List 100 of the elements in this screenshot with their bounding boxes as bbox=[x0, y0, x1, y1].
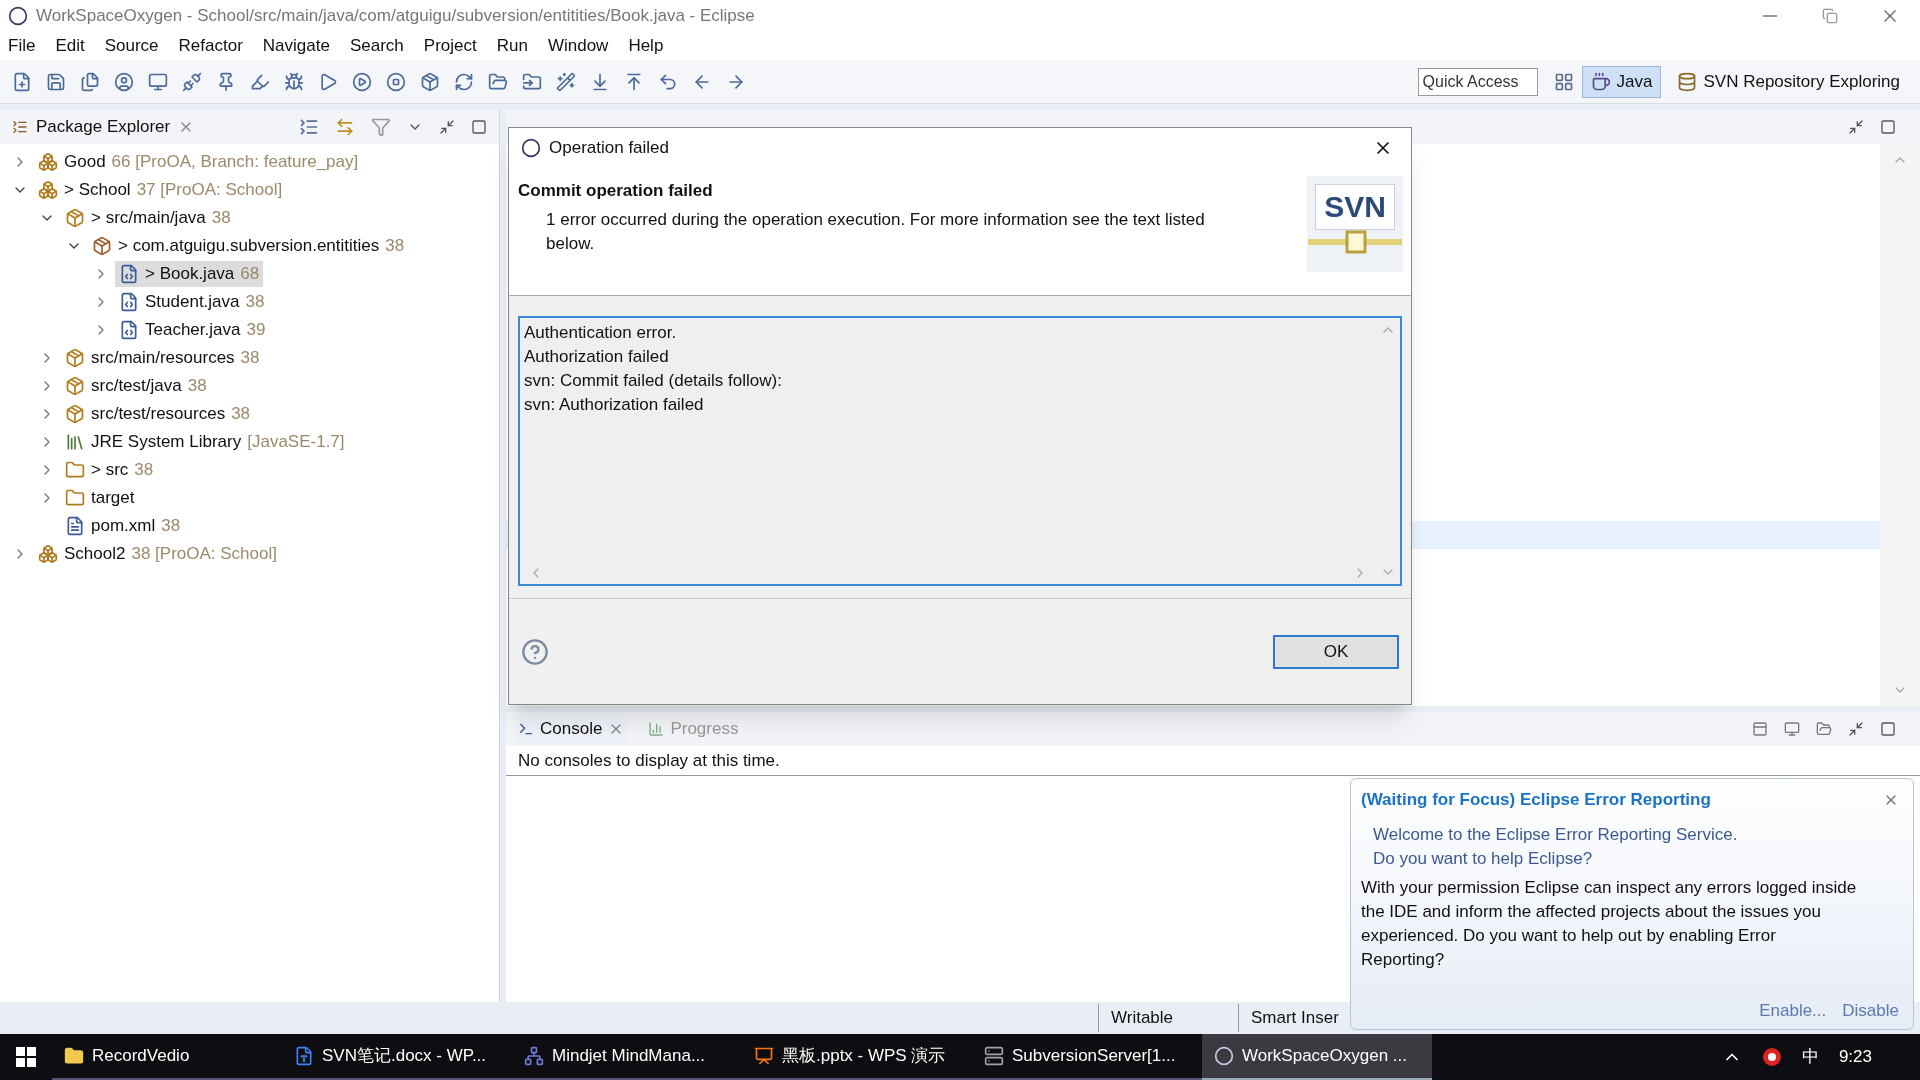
minimize-icon[interactable] bbox=[1848, 119, 1864, 135]
project-icon bbox=[38, 152, 58, 172]
status-field: Smart Inser bbox=[1251, 1005, 1339, 1031]
details-line: Authentication error. bbox=[524, 322, 678, 344]
display-console-icon[interactable] bbox=[1784, 721, 1800, 737]
status-field: Writable bbox=[1111, 1005, 1174, 1031]
menu-item[interactable]: Refactor bbox=[178, 33, 243, 59]
document-icon bbox=[294, 1046, 314, 1066]
ok-button[interactable]: OK bbox=[1273, 634, 1399, 669]
taskbar-button[interactable]: WorkSpaceOxygen ... bbox=[1202, 1034, 1432, 1080]
tree-item[interactable]: > School 37 [ProOA: School] bbox=[34, 177, 287, 203]
dialog-heading: Commit operation failed bbox=[518, 180, 714, 202]
menu-item[interactable]: Source bbox=[104, 33, 159, 59]
notification-intro: Welcome to the Eclipse Error Reporting Service. bbox=[1373, 823, 1739, 846]
plug-icon[interactable] bbox=[182, 71, 202, 92]
tree-item[interactable]: JRE System Library [JavaSE-1.7] bbox=[61, 429, 349, 455]
database-icon bbox=[1677, 71, 1698, 92]
network-icon bbox=[524, 1046, 544, 1066]
perspective-button[interactable]: Java bbox=[1581, 65, 1662, 98]
app-icon bbox=[521, 138, 541, 158]
menu-item[interactable]: Window bbox=[547, 33, 609, 59]
maximize-icon[interactable] bbox=[1880, 721, 1896, 737]
tab-label: Console bbox=[540, 718, 603, 741]
details-field[interactable]: Authentication error. Authorization failed svn: Commit failed (details follow): svn: Authorization failed bbox=[518, 316, 1402, 586]
tree-item[interactable]: Good 66 [ProOA, Branch: feature_pay] bbox=[34, 149, 363, 175]
java-file-icon bbox=[119, 292, 139, 312]
input-method-indicator[interactable]: 中 bbox=[1801, 1044, 1819, 1070]
taskbar-button[interactable]: RecordVedio bbox=[52, 1034, 282, 1080]
minimize-icon bbox=[1763, 15, 1777, 17]
circle-stop-icon[interactable] bbox=[386, 71, 406, 92]
console-tab[interactable]: Console bbox=[514, 714, 629, 744]
arrow-down-icon[interactable] bbox=[590, 71, 610, 92]
folder-icon[interactable] bbox=[488, 71, 508, 92]
collapse-all-icon[interactable] bbox=[299, 117, 319, 137]
tree-item[interactable]: Student.java 38 bbox=[115, 289, 269, 315]
arrow-up-icon[interactable] bbox=[624, 71, 644, 92]
help-icon[interactable] bbox=[521, 637, 549, 666]
menu-item[interactable]: Help bbox=[628, 33, 664, 59]
menu-item[interactable]: Project bbox=[423, 33, 477, 59]
save-icon[interactable] bbox=[46, 71, 66, 92]
tree-item[interactable]: > src/main/java 38 bbox=[61, 205, 235, 231]
minimize-icon[interactable] bbox=[439, 119, 455, 135]
windows-logo-icon bbox=[16, 1047, 36, 1067]
bug-icon[interactable] bbox=[284, 71, 304, 92]
minimize-icon[interactable] bbox=[1848, 721, 1864, 737]
folder-icon bbox=[65, 488, 85, 508]
open-perspective-icon[interactable] bbox=[1553, 71, 1574, 92]
project-icon bbox=[38, 180, 58, 200]
files-icon[interactable] bbox=[80, 71, 100, 92]
highlighter-icon[interactable] bbox=[250, 71, 270, 92]
folder-arrow-icon[interactable] bbox=[522, 71, 542, 92]
tree-item[interactable]: src/test/resources 38 bbox=[61, 401, 255, 427]
taskbar-button[interactable]: SVN笔记.docx - WP... bbox=[282, 1034, 512, 1080]
open-console-icon[interactable] bbox=[1816, 721, 1832, 737]
restore-icon bbox=[1822, 8, 1838, 24]
menu-item[interactable]: File bbox=[8, 33, 36, 59]
play-icon[interactable] bbox=[318, 71, 338, 92]
taskbar-button[interactable]: 黑板.pptx - WPS 演示 bbox=[742, 1034, 972, 1080]
package-icon[interactable] bbox=[420, 71, 440, 92]
wand-icon[interactable] bbox=[556, 71, 576, 92]
menu-item[interactable]: Run bbox=[496, 33, 528, 59]
link-editor-icon[interactable] bbox=[335, 117, 355, 137]
undo-icon[interactable] bbox=[658, 71, 678, 92]
refresh-icon[interactable] bbox=[454, 71, 474, 92]
file-plus-icon[interactable] bbox=[12, 71, 32, 92]
xml-file-icon bbox=[65, 516, 85, 536]
tree-item[interactable]: pom.xml 38 bbox=[61, 513, 185, 539]
tree-item[interactable]: > src 38 bbox=[61, 457, 158, 483]
filter-icon[interactable] bbox=[371, 117, 391, 137]
monitor-icon[interactable] bbox=[148, 71, 168, 92]
quick-access-field[interactable]: Quick Access bbox=[1417, 67, 1538, 96]
window-title: WorkSpaceOxygen - School/src/main/java/com/atguigu/subversion/entitities/Book.java - Eclipse bbox=[36, 5, 755, 28]
details-line: svn: Commit failed (details follow): bbox=[524, 370, 783, 392]
menu-item[interactable]: Navigate bbox=[262, 33, 330, 59]
cup-icon bbox=[1590, 71, 1611, 92]
record-icon[interactable] bbox=[1761, 1047, 1782, 1067]
person-circle-icon[interactable] bbox=[114, 71, 134, 92]
circle-play-icon[interactable] bbox=[352, 71, 372, 92]
pin-console-icon[interactable] bbox=[1752, 721, 1768, 737]
tree-item[interactable]: target bbox=[61, 485, 139, 511]
maximize-icon[interactable] bbox=[471, 119, 487, 135]
tree-item[interactable]: > com.atguigu.subversion.entitities 38 bbox=[88, 233, 409, 259]
tree-item[interactable]: src/test/java 38 bbox=[61, 373, 211, 399]
taskbar-button[interactable]: Mindjet MindMana... bbox=[512, 1034, 742, 1080]
server-icon bbox=[984, 1046, 1004, 1066]
notification-link[interactable]: Disable bbox=[1842, 997, 1899, 1023]
tree-item[interactable]: School2 38 [ProOA: School] bbox=[34, 541, 281, 567]
clock[interactable]: 9:23 bbox=[1838, 1044, 1872, 1070]
maximize-icon[interactable] bbox=[1880, 119, 1896, 135]
menu-item[interactable]: Edit bbox=[55, 33, 85, 59]
console-message: No consoles to display at this time. bbox=[518, 749, 780, 772]
perspective-button[interactable]: SVN Repository Exploring bbox=[1669, 65, 1908, 98]
tree-item[interactable]: > Book.java 68 bbox=[115, 261, 264, 287]
menu-item[interactable]: Search bbox=[349, 33, 404, 59]
java-file-icon bbox=[119, 264, 139, 284]
tree-item[interactable]: Teacher.java 39 bbox=[115, 317, 270, 343]
tree-item[interactable]: src/main/resources 38 bbox=[61, 345, 264, 371]
notification-link[interactable]: Enable... bbox=[1759, 997, 1827, 1023]
view-title: Package Explorer bbox=[36, 116, 171, 139]
pin-icon[interactable] bbox=[216, 71, 236, 92]
